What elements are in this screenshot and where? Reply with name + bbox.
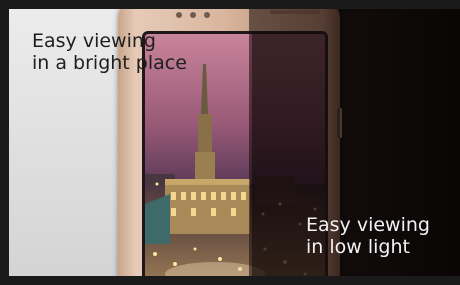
dark-caption-line2: in low light xyxy=(306,236,410,258)
speaker-dot xyxy=(190,12,196,18)
frame-top xyxy=(0,0,460,9)
frame-bottom xyxy=(0,276,460,285)
bright-caption: Easy viewing in a bright place xyxy=(32,30,187,74)
speaker-dot xyxy=(204,12,210,18)
dark-caption-line1: Easy viewing xyxy=(306,214,430,236)
promo-banner: Easy viewing in a bright place Easy view… xyxy=(0,0,460,285)
dark-caption: Easy viewing in low light xyxy=(306,214,430,258)
bright-caption-line2: in a bright place xyxy=(32,52,187,74)
speaker-dot xyxy=(176,12,182,18)
frame-left xyxy=(0,0,9,285)
bright-caption-line1: Easy viewing xyxy=(32,30,156,52)
